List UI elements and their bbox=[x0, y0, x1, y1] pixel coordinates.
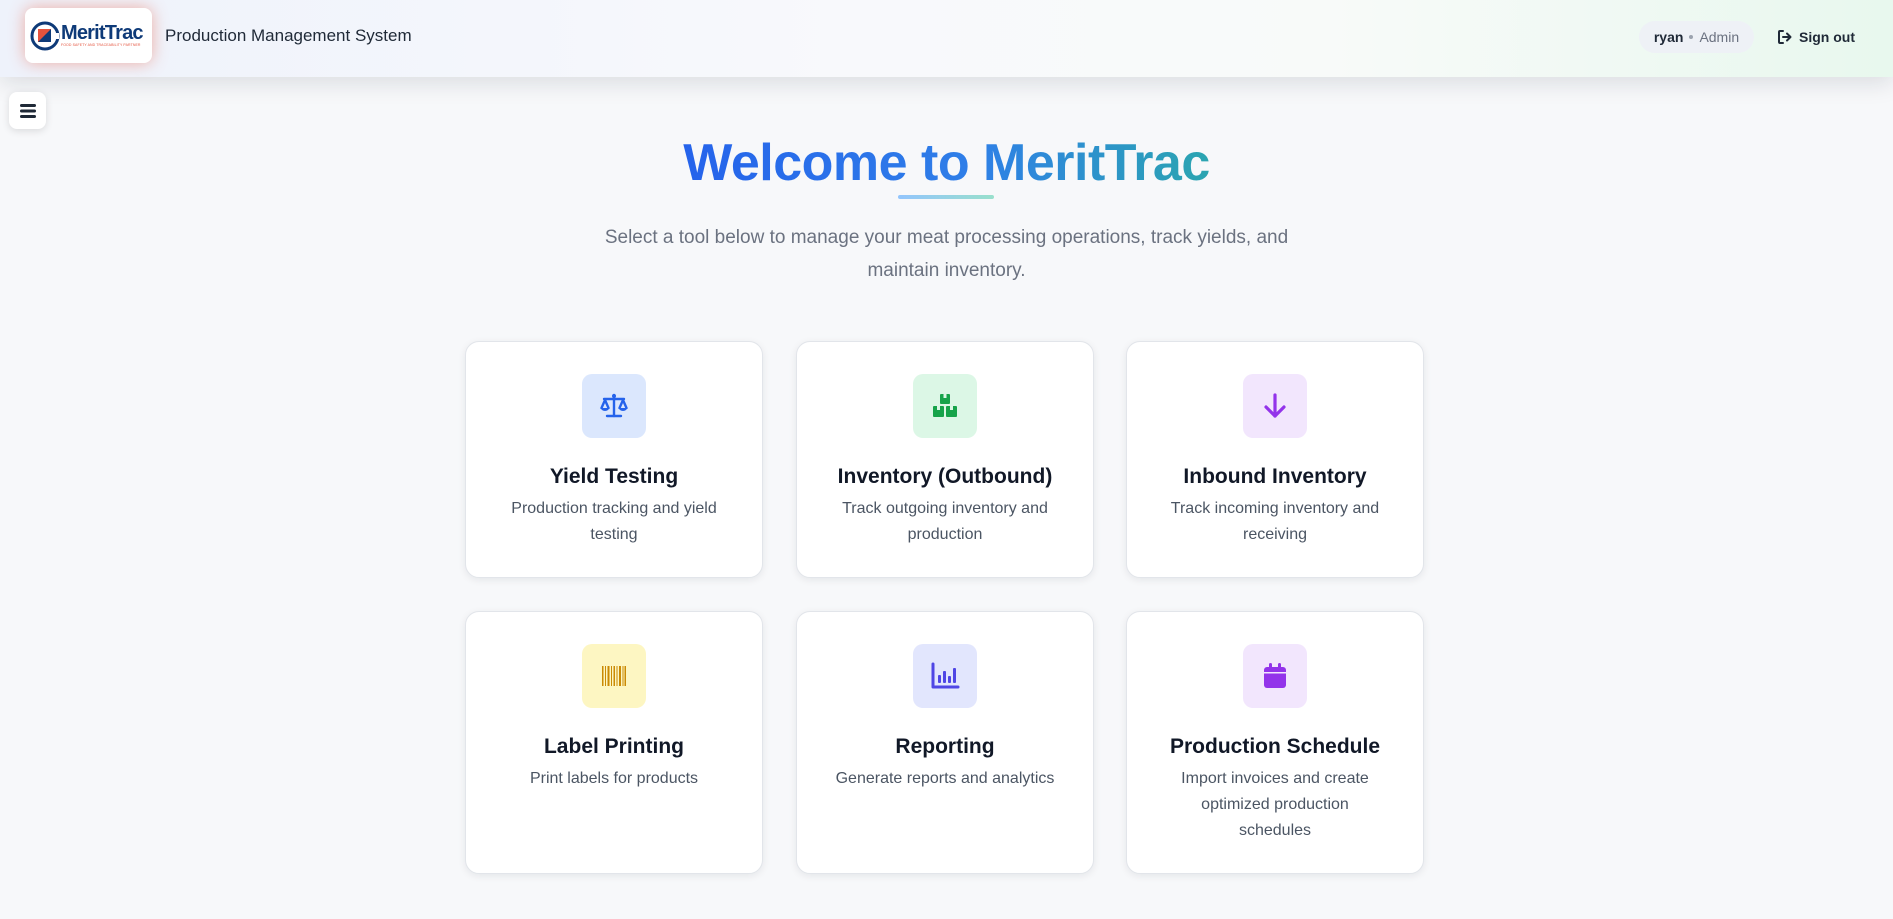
welcome-heading-text: Welcome to MeritTrac bbox=[683, 134, 1210, 192]
user-chip[interactable]: ryan Admin bbox=[1639, 21, 1754, 53]
tool-card-production-schedule[interactable]: Production Schedule Import invoices and … bbox=[1126, 611, 1424, 874]
card-title: Inbound Inventory bbox=[1183, 465, 1367, 488]
card-description: Import invoices and create optimized pro… bbox=[1181, 770, 1369, 839]
card-description: Production tracking and yield testing bbox=[511, 500, 717, 543]
yield-testing-icon-tile bbox=[582, 374, 646, 438]
inventory-outbound-icon-tile bbox=[913, 374, 977, 438]
sidebar-toggle-button[interactable] bbox=[9, 92, 46, 129]
card-title: Production Schedule bbox=[1169, 735, 1381, 758]
arrow-down-icon bbox=[1264, 393, 1286, 418]
boxes-icon bbox=[933, 394, 957, 417]
sign-out-label: Sign out bbox=[1799, 29, 1855, 45]
user-role: Admin bbox=[1699, 29, 1740, 45]
logo-text: MeritTrac bbox=[61, 22, 144, 44]
user-name: ryan bbox=[1653, 29, 1684, 45]
card-title: Yield Testing bbox=[549, 465, 679, 488]
scale-icon bbox=[600, 393, 628, 418]
tool-card-inventory-outbound[interactable]: Inventory (Outbound) Track outgoing inve… bbox=[796, 341, 1094, 578]
heading-underline bbox=[898, 195, 994, 199]
reporting-icon-tile bbox=[913, 644, 977, 708]
hamburger-menu-icon bbox=[19, 103, 36, 118]
card-description: Generate reports and analytics bbox=[835, 770, 1055, 787]
app-title: Production Management System bbox=[165, 26, 412, 45]
card-description: Print labels for products bbox=[529, 770, 699, 787]
label-printing-icon-tile bbox=[582, 644, 646, 708]
card-title: Inventory (Outbound) bbox=[837, 465, 1053, 488]
chart-icon bbox=[931, 662, 960, 689]
calendar-icon bbox=[1264, 663, 1286, 688]
inbound-inventory-icon-tile bbox=[1243, 374, 1307, 438]
logo-tagline: FOOD SAFETY AND TRACEABILITY PARTNER bbox=[61, 43, 141, 47]
top-navbar: MeritTrac FOOD SAFETY AND TRACEABILITY P… bbox=[0, 0, 1893, 77]
card-description: Track incoming inventory and receiving bbox=[1170, 500, 1380, 543]
welcome-heading: Welcome to MeritTrac bbox=[0, 133, 1893, 193]
sign-out-icon bbox=[1778, 30, 1792, 44]
separator-dot bbox=[1689, 35, 1694, 39]
barcode-icon bbox=[602, 666, 626, 686]
tool-card-yield-testing[interactable]: Yield Testing Production tracking and yi… bbox=[465, 341, 763, 578]
welcome-subtitle: Select a tool below to manage your meat … bbox=[604, 227, 1289, 281]
card-title: Label Printing bbox=[543, 735, 684, 758]
sign-out-button[interactable]: Sign out bbox=[1777, 26, 1855, 48]
tool-card-label-printing[interactable]: Label Printing Print labels for products bbox=[465, 611, 763, 874]
tool-card-inbound-inventory[interactable]: Inbound Inventory Track incoming invento… bbox=[1126, 341, 1424, 578]
merittrac-logo[interactable]: MeritTrac FOOD SAFETY AND TRACEABILITY P… bbox=[25, 8, 152, 63]
card-description: Track outgoing inventory and production bbox=[842, 500, 1048, 543]
card-title: Reporting bbox=[895, 735, 995, 758]
tool-card-reporting[interactable]: Reporting Generate reports and analytics bbox=[796, 611, 1094, 874]
production-schedule-icon-tile bbox=[1243, 644, 1307, 708]
logo-mark-icon bbox=[30, 21, 60, 50]
